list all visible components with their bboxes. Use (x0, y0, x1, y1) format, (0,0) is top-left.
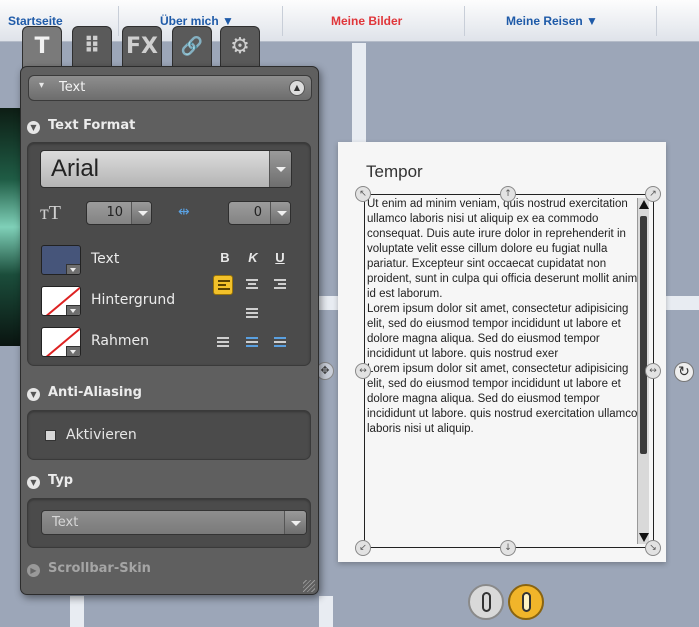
scrollbar-icon (522, 592, 531, 612)
section-anti-aliasing[interactable]: ▼ Anti-Aliasing (27, 385, 142, 405)
fx-icon: FX (126, 34, 158, 59)
resize-handle-bottom-right-icon[interactable]: ↘ (645, 540, 661, 556)
nav-item-meine-reisen[interactable]: Meine Reisen ▼ (506, 14, 598, 28)
letter-spacing-icon: ⇹ (178, 204, 190, 220)
text-color-label: Text (91, 251, 120, 267)
align-center-icon (246, 279, 258, 291)
chevron-down-icon[interactable] (269, 151, 291, 187)
section-toggle-icon: ▼ (27, 121, 40, 134)
guide-line (352, 43, 366, 143)
tab-grid[interactable]: ⠿ (72, 26, 112, 68)
section-anti-aliasing-label: Anti-Aliasing (48, 385, 142, 400)
background-color-swatch[interactable] (41, 286, 81, 316)
indent-icon (274, 337, 286, 349)
grid-icon: ⠿ (83, 34, 101, 59)
align-right-icon (274, 279, 286, 291)
align-justify-icon (246, 308, 258, 320)
close-panel-icon[interactable]: ▲ (289, 80, 305, 96)
bullet-list-button[interactable] (213, 333, 233, 353)
font-family-value: Arial (51, 155, 100, 182)
nav-separator (656, 6, 657, 36)
panel-resize-grip-icon[interactable] (303, 580, 315, 592)
resize-handle-bottom-icon[interactable]: ↓ (500, 540, 516, 556)
font-family-select[interactable]: Arial (40, 150, 292, 188)
text-color-swatch[interactable] (41, 245, 81, 275)
align-center-button[interactable] (242, 275, 262, 295)
section-toggle-icon: ▼ (27, 388, 40, 401)
resize-handle-left-icon[interactable]: ↔ (355, 363, 371, 379)
settings-icon: ⚙ (230, 34, 250, 59)
section-typ[interactable]: ▼ Typ (27, 473, 73, 493)
resize-handle-top-right-icon[interactable]: ↗ (645, 186, 661, 202)
border-color-swatch[interactable] (41, 327, 81, 357)
bullet-list-icon (217, 337, 229, 349)
font-size-value: 10 (106, 205, 123, 220)
chevron-down-icon[interactable] (131, 202, 151, 224)
section-toggle-icon: ▼ (27, 476, 40, 489)
panel-header-label: Text (59, 80, 86, 95)
text-element-body[interactable]: Ut enim ad minim veniam, quis nostrud ex… (367, 197, 639, 547)
link-icon: 🔗 (180, 36, 204, 57)
section-text-format[interactable]: ▼ Text Format (27, 118, 135, 138)
text-tool-icon: T (34, 34, 50, 59)
font-size-stepper[interactable]: 10 (86, 201, 152, 225)
anti-aliasing-checkbox[interactable] (45, 430, 56, 441)
scroll-mode-off-button[interactable] (468, 584, 504, 620)
align-left-button[interactable] (213, 275, 233, 295)
typ-select[interactable]: Text (41, 510, 307, 535)
chevron-down-icon[interactable] (66, 346, 80, 356)
rotate-icon[interactable]: ↻ (674, 362, 694, 382)
section-typ-label: Typ (48, 473, 74, 488)
guide-line (666, 296, 699, 310)
outdent-button[interactable] (242, 333, 262, 353)
border-color-label: Rahmen (91, 333, 149, 349)
tab-link[interactable]: 🔗 (172, 26, 212, 68)
guide-line (319, 596, 333, 627)
letter-spacing-stepper[interactable]: 0 (228, 201, 291, 225)
background-color-label: Hintergrund (91, 292, 176, 308)
text-element-title[interactable]: Tempor (366, 162, 423, 182)
anti-aliasing-label[interactable]: Aktivieren (66, 427, 137, 443)
section-scrollbar-skin-label: Scrollbar-Skin (48, 561, 151, 576)
align-right-button[interactable] (270, 275, 290, 295)
outdent-icon (246, 337, 258, 349)
scrollbar-thumb[interactable] (640, 216, 647, 454)
nav-separator (282, 6, 283, 36)
italic-button[interactable]: K (244, 250, 262, 266)
collapse-caret-icon[interactable]: ▾ (39, 80, 44, 91)
typ-value: Text (52, 515, 79, 530)
nav-item-meine-bilder[interactable]: Meine Bilder (331, 14, 402, 28)
align-justify-button[interactable] (242, 304, 262, 324)
letter-spacing-value: 0 (253, 205, 262, 220)
chevron-down-icon[interactable] (66, 305, 80, 315)
resize-handle-top-left-icon[interactable]: ↖ (355, 186, 371, 202)
section-text-format-label: Text Format (48, 118, 136, 133)
resize-handle-bottom-left-icon[interactable]: ↙ (355, 540, 371, 556)
panel-header[interactable]: ▾ Text ▲ (28, 75, 312, 101)
scrollbar-icon (482, 592, 491, 612)
bold-button[interactable]: B (216, 250, 234, 266)
scroll-mode-on-button[interactable] (508, 584, 544, 620)
align-left-icon (218, 280, 230, 292)
tab-fx[interactable]: FX (122, 26, 162, 68)
underline-button[interactable]: U (271, 250, 289, 266)
nav-separator (464, 6, 465, 36)
section-toggle-icon: ▶ (27, 564, 40, 577)
tab-settings[interactable]: ⚙ (220, 26, 260, 68)
chevron-down-icon[interactable] (66, 264, 80, 274)
scroll-up-arrow-icon[interactable] (639, 200, 649, 209)
guide-line (70, 596, 84, 627)
indent-button[interactable] (270, 333, 290, 353)
resize-handle-right-icon[interactable]: ↔ (645, 363, 661, 379)
section-scrollbar-skin[interactable]: ▶ Scrollbar-Skin (27, 561, 151, 581)
chevron-down-icon[interactable] (284, 511, 306, 534)
resize-handle-top-icon[interactable]: ↑ (500, 186, 516, 202)
chevron-down-icon[interactable] (270, 202, 290, 224)
font-size-icon: ᴛT (40, 202, 61, 224)
nav-separator (118, 6, 119, 36)
